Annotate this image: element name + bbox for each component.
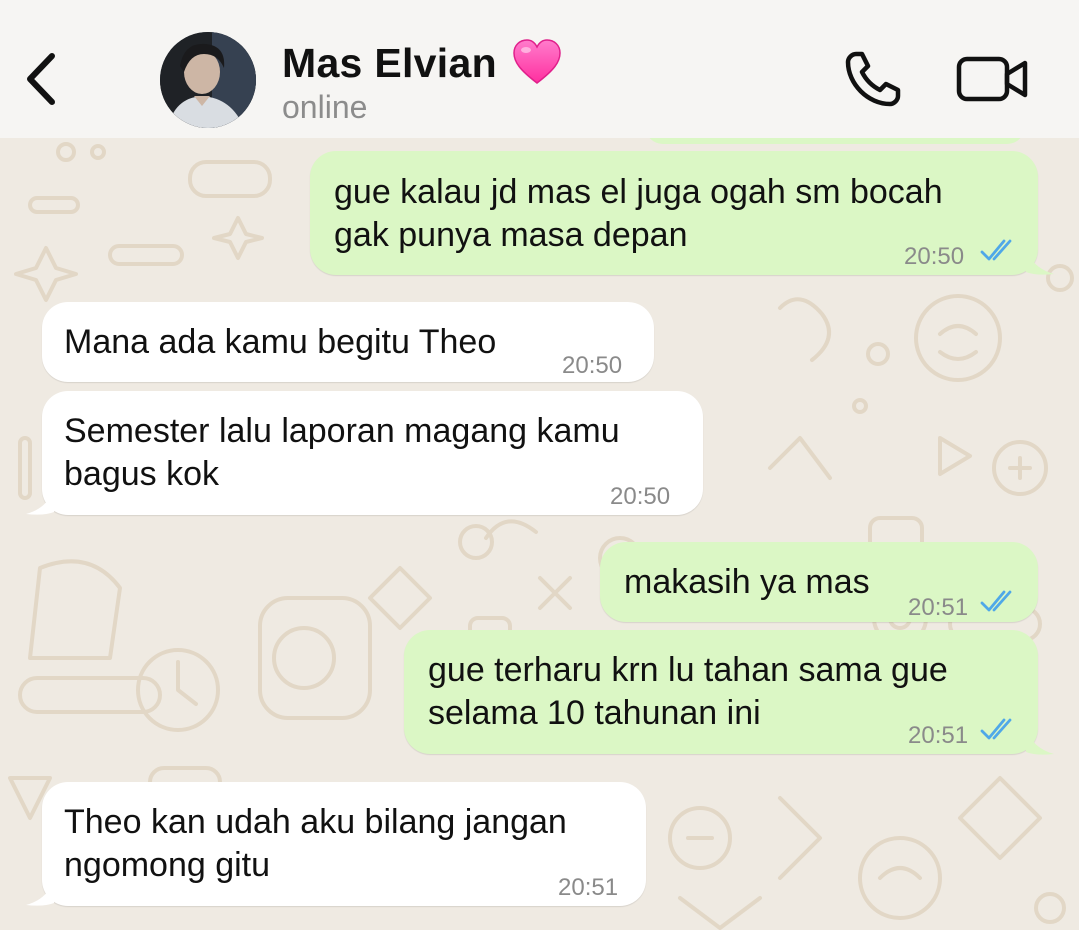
message-text: gue terharu krn lu tahan sama gue <box>428 651 948 689</box>
previous-message-edge <box>645 138 1025 144</box>
chat-header: Mas Elvian online <box>0 0 1079 138</box>
message-text: makasih ya mas <box>624 563 870 601</box>
phone-icon[interactable] <box>842 50 904 108</box>
message-time: 20:51 <box>908 722 969 749</box>
avatar[interactable] <box>160 32 256 128</box>
message-time: 20:50 <box>904 243 965 270</box>
message-text: Semester lalu laporan magang kamu <box>64 412 620 450</box>
contact-status: online <box>282 89 368 125</box>
message-time: 20:50 <box>610 483 671 510</box>
contact-name[interactable]: Mas Elvian <box>282 40 497 87</box>
message-bubble-incoming[interactable]: Mana ada kamu begitu Theo 20:50 <box>42 302 654 382</box>
bubble-tail <box>1026 248 1054 275</box>
message-text: gue kalau jd mas el juga ogah sm bocah <box>334 173 943 211</box>
message-bubble-outgoing[interactable]: gue terharu krn lu tahan sama gue selama… <box>404 630 1038 754</box>
message-time: 20:50 <box>562 352 623 379</box>
read-ticks-icon <box>980 590 1012 612</box>
message-text: Theo kan udah aku bilang jangan <box>64 803 567 841</box>
message-bubble-outgoing[interactable]: makasih ya mas 20:51 <box>600 542 1038 622</box>
message-bubble-incoming[interactable]: Semester lalu laporan magang kamu bagus … <box>42 391 703 515</box>
message-text: Mana ada kamu begitu Theo <box>64 323 497 361</box>
message-time: 20:51 <box>558 874 619 901</box>
message-text: selama 10 tahunan ini <box>428 694 761 732</box>
bubble-tail <box>26 488 54 515</box>
bubble-tail <box>1026 728 1054 755</box>
message-bubble-incoming[interactable]: Theo kan udah aku bilang jangan ngomong … <box>42 782 646 906</box>
back-chevron-icon[interactable] <box>18 48 64 110</box>
message-time: 20:51 <box>908 594 969 621</box>
read-ticks-icon <box>980 239 1012 261</box>
message-bubble-outgoing[interactable]: gue kalau jd mas el juga ogah sm bocah g… <box>310 151 1038 275</box>
bubble-tail <box>26 879 54 906</box>
message-text: gak punya masa depan <box>334 216 688 254</box>
chat-area[interactable]: gue kalau jd mas el juga ogah sm bocah g… <box>0 138 1079 930</box>
message-text: ngomong gitu <box>64 846 271 884</box>
message-text: bagus kok <box>64 455 219 493</box>
read-ticks-icon <box>980 718 1012 740</box>
video-camera-icon[interactable] <box>955 52 1031 106</box>
pink-heart-icon <box>512 38 562 86</box>
